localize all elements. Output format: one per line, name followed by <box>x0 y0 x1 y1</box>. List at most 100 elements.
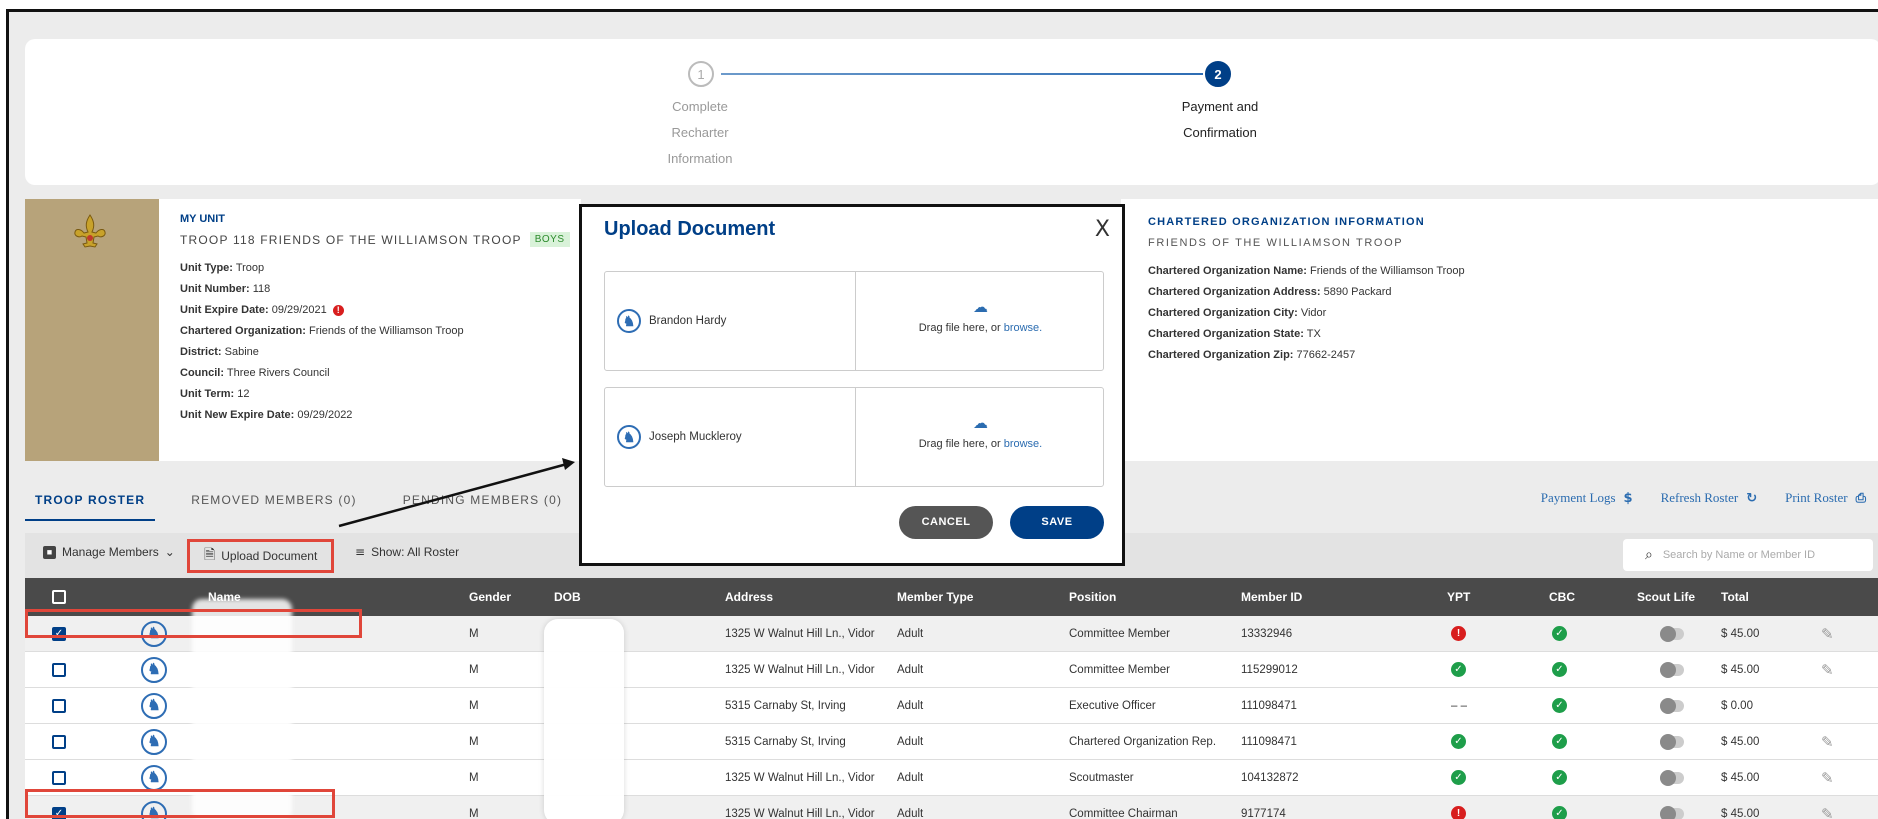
check-icon: ✓ <box>1451 662 1466 677</box>
document-icon: 🗎 <box>204 547 216 563</box>
col-position[interactable]: Position <box>1069 578 1116 616</box>
unit-expire-date-field: Unit Expire Date: 09/29/2021! <box>180 304 580 316</box>
edit-pencil-icon[interactable]: ✎ <box>1821 805 1834 819</box>
member-type-cell: Adult <box>897 735 924 748</box>
row-checkbox[interactable] <box>52 734 66 749</box>
address-cell: 5315 Carnaby St, Irving <box>725 699 846 712</box>
ypt-status-cell: ✓ <box>1451 652 1466 687</box>
row-select-cell[interactable] <box>52 688 66 723</box>
step-progress-line <box>721 73 1203 75</box>
member-id-cell: 104132872 <box>1241 771 1299 784</box>
row-checkbox[interactable] <box>52 698 66 713</box>
file-dropzone[interactable]: ☁ Drag file here, or browse. <box>856 388 1105 486</box>
browse-link[interactable]: browse. <box>1004 322 1043 334</box>
step-1-indicator[interactable]: 1 <box>688 61 714 87</box>
row-checkbox[interactable] <box>52 662 66 677</box>
gender-cell: M <box>469 771 479 784</box>
col-gender[interactable]: Gender <box>469 578 511 616</box>
member-id-cell: 111098471 <box>1241 699 1297 712</box>
chartered-organization-field: Chartered Organization: Friends of the W… <box>180 325 464 337</box>
select-all-checkbox[interactable] <box>52 590 66 604</box>
member-id-cell: 13332946 <box>1241 627 1293 640</box>
refresh-roster-link[interactable]: Refresh Roster ↻ <box>1661 490 1758 506</box>
check-icon: ✓ <box>1552 698 1567 713</box>
scout-life-toggle[interactable] <box>1660 733 1684 750</box>
cbc-status-cell: ✓ <box>1552 688 1567 723</box>
payment-logs-link[interactable]: Payment Logs $ <box>1541 490 1633 506</box>
ypt-status-cell: ✓ <box>1451 760 1466 795</box>
row-select-cell[interactable] <box>52 652 66 687</box>
member-id-cell: 111098471 <box>1241 735 1297 748</box>
col-total[interactable]: Total <box>1721 578 1749 616</box>
tab-troop-roster[interactable]: TROOP ROSTER <box>25 485 156 521</box>
save-button[interactable]: SAVE <box>1010 506 1104 539</box>
scout-life-cell[interactable] <box>1660 688 1684 723</box>
cbc-status-cell: ✓ <box>1552 616 1567 651</box>
scout-life-toggle[interactable] <box>1660 769 1684 786</box>
step-2-indicator[interactable]: 2 <box>1205 61 1231 87</box>
scout-life-toggle[interactable] <box>1660 625 1684 642</box>
tab-removed-members[interactable]: REMOVED MEMBERS (0) <box>181 485 366 521</box>
file-dropzone[interactable]: ☁ Drag file here, or browse. <box>856 272 1105 370</box>
recharter-stepper: 1 2 Complete Recharter Information Payme… <box>25 39 1878 185</box>
gender-cell: M <box>469 627 479 640</box>
cloud-upload-icon: ☁ <box>973 298 988 316</box>
scout-life-cell[interactable] <box>1660 724 1684 759</box>
cbc-status-cell: ✓ <box>1552 724 1567 759</box>
scout-life-cell[interactable] <box>1660 796 1684 819</box>
show-roster-filter[interactable]: ≡ Show: All Roster <box>355 545 459 559</box>
dialog-title: Upload Document <box>604 218 776 240</box>
edit-pencil-icon[interactable]: ✎ <box>1821 661 1834 679</box>
print-roster-link[interactable]: Print Roster ⎙ <box>1785 490 1866 506</box>
col-cbc[interactable]: CBC <box>1549 578 1575 616</box>
address-cell: 5315 Carnaby St, Irving <box>725 735 846 748</box>
org-zip-field: Chartered Organization Zip: 77662-2457 <box>1148 349 1356 361</box>
scout-life-toggle[interactable] <box>1660 697 1684 714</box>
cbc-status-cell: ✓ <box>1552 652 1567 687</box>
browse-link[interactable]: browse. <box>1004 438 1043 450</box>
table-row[interactable]: ♞ M 5315 Carnaby St, Irving Adult Chartered … <box>25 724 1878 760</box>
manage-members-dropdown[interactable]: ■ Manage Members ⌄ <box>43 545 175 559</box>
cancel-button[interactable]: CANCEL <box>899 506 993 539</box>
scout-life-toggle[interactable] <box>1660 661 1684 678</box>
expire-alert-icon[interactable]: ! <box>332 304 344 316</box>
app-frame: 1 2 Complete Recharter Information Payme… <box>6 9 1878 819</box>
edit-pencil-icon[interactable]: ✎ <box>1821 625 1834 643</box>
position-cell: Chartered Organization Rep. <box>1069 735 1217 748</box>
col-scout-life[interactable]: Scout Life <box>1637 578 1695 616</box>
unit-logo-panel <box>25 199 159 461</box>
table-row[interactable]: ♞ M 1325 W Walnut Hill Ln., Vidor Adult Comm… <box>25 652 1878 688</box>
edit-cell[interactable]: ✎ <box>1821 760 1834 795</box>
upload-document-button[interactable]: 🗎 Upload Document <box>187 539 335 573</box>
col-address[interactable]: Address <box>725 578 773 616</box>
check-icon: ✓ <box>1552 734 1567 749</box>
upload-document-dialog: Upload Document X ♞ Brandon Hardy ☁ Drag… <box>579 204 1125 566</box>
total-cell: $ 45.00 <box>1721 663 1760 676</box>
address-cell: 1325 W Walnut Hill Ln., Vidor <box>725 627 875 640</box>
edit-pencil-icon[interactable]: ✎ <box>1821 769 1834 787</box>
col-dob[interactable]: DOB <box>554 578 581 616</box>
total-cell: $ 45.00 <box>1721 771 1760 784</box>
member-type-cell: Adult <box>897 663 924 676</box>
fleur-de-lis-icon <box>74 214 106 248</box>
alert-icon: ! <box>1451 626 1466 641</box>
col-ypt[interactable]: YPT <box>1447 578 1470 616</box>
close-icon[interactable]: X <box>1095 217 1110 242</box>
table-row[interactable]: ♞ M 5315 Carnaby St, Irving Adult Executive … <box>25 688 1878 724</box>
scout-life-cell[interactable] <box>1660 616 1684 651</box>
edit-cell[interactable]: ✎ <box>1821 616 1834 651</box>
edit-cell[interactable]: ✎ <box>1821 796 1834 819</box>
col-member-id[interactable]: Member ID <box>1241 578 1302 616</box>
scout-life-cell[interactable] <box>1660 760 1684 795</box>
row-checkbox[interactable] <box>52 770 66 785</box>
edit-cell[interactable]: ✎ <box>1821 652 1834 687</box>
scout-life-cell[interactable] <box>1660 652 1684 687</box>
member-search-input[interactable]: ⌕ Search by Name or Member ID <box>1623 539 1873 571</box>
col-member-type[interactable]: Member Type <box>897 578 973 616</box>
edit-cell[interactable]: ✎ <box>1821 724 1834 759</box>
redacted-dob <box>544 619 624 819</box>
scout-life-toggle[interactable] <box>1660 805 1684 819</box>
edit-pencil-icon[interactable]: ✎ <box>1821 733 1834 751</box>
row-select-cell[interactable] <box>52 724 66 759</box>
tab-pending-members[interactable]: PENDING MEMBERS (0) <box>393 485 572 521</box>
